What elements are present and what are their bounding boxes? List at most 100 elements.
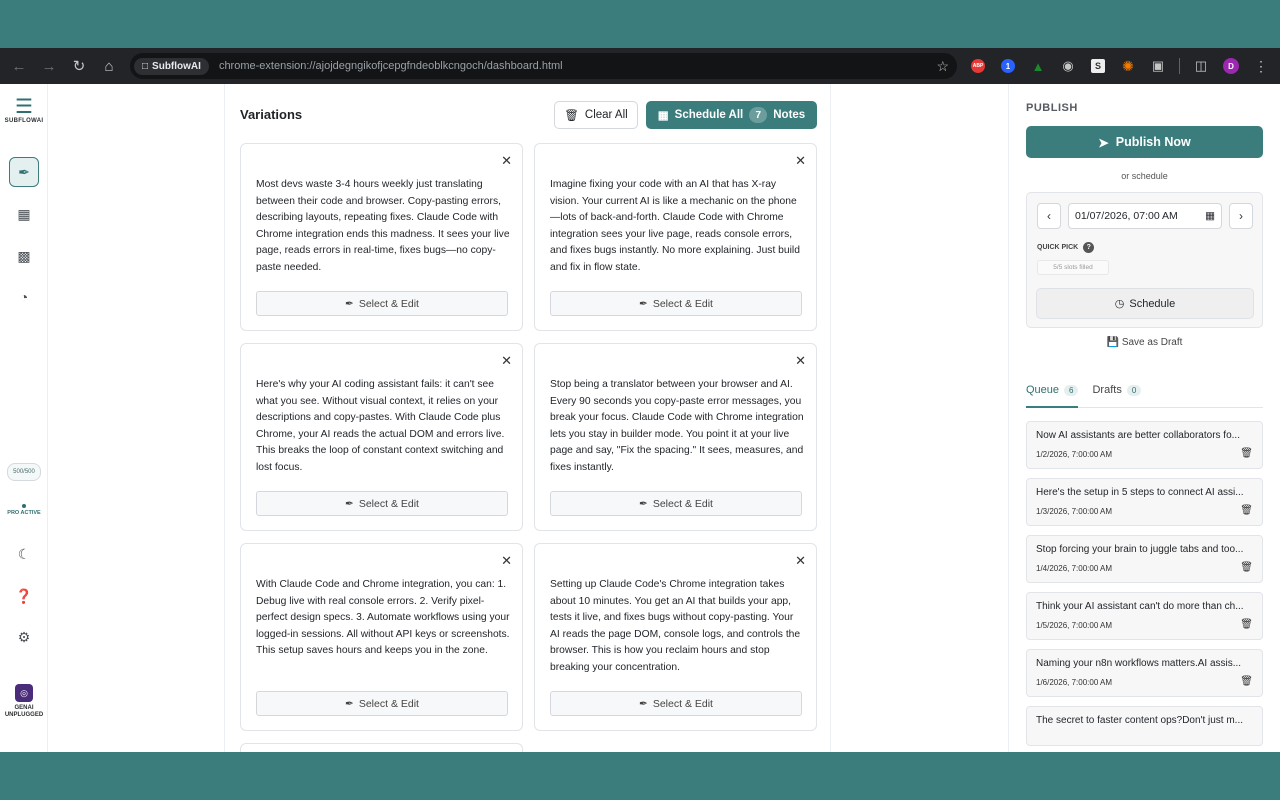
- close-icon[interactable]: ✕: [501, 353, 512, 369]
- home-icon[interactable]: ⌂: [96, 53, 122, 79]
- send-icon: ➤: [1098, 135, 1109, 150]
- profile-button[interactable]: D: [1218, 53, 1244, 79]
- select-edit-button[interactable]: ✒ Select & Edit: [256, 491, 508, 516]
- brand-logo-icon: ◎: [15, 684, 33, 702]
- queue-item[interactable]: Naming your n8n workflows matters.AI ass…: [1026, 649, 1263, 697]
- queue-item[interactable]: Now AI assistants are better collaborato…: [1026, 421, 1263, 469]
- close-icon[interactable]: ✕: [795, 353, 806, 369]
- trash-icon[interactable]: 🗑: [1240, 562, 1253, 573]
- queue-item[interactable]: Think your AI assistant can't do more th…: [1026, 592, 1263, 640]
- help-icon: ❓: [15, 587, 33, 604]
- app-logo[interactable]: ☰ SUBFLOWAI: [0, 96, 48, 124]
- queue-tabs: Queue 6 Drafts 0: [1026, 384, 1263, 408]
- publish-panel: PUBLISH ➤ Publish Now or schedule ‹ 01/07…: [1008, 84, 1280, 752]
- back-icon[interactable]: ←: [6, 53, 32, 79]
- rail-bot-button[interactable]: ▩: [9, 241, 39, 271]
- publish-now-button[interactable]: ➤ Publish Now: [1026, 126, 1263, 158]
- tab-search-button[interactable]: ◫: [1188, 53, 1214, 79]
- pen-icon: ✒: [345, 297, 354, 310]
- browser-menu-button[interactable]: ⋮: [1248, 53, 1274, 79]
- tab-queue[interactable]: Queue 6: [1026, 384, 1079, 408]
- save-draft-button[interactable]: 💾 Save as Draft: [1026, 337, 1263, 348]
- tab-search-icon: ◫: [1194, 58, 1208, 73]
- trash-icon[interactable]: 🗑: [1240, 448, 1253, 459]
- theme-toggle-button[interactable]: ☾: [9, 539, 39, 569]
- quick-pick: QUICK PICK?: [1037, 242, 1095, 253]
- trash-icon[interactable]: 🗑: [1240, 505, 1253, 516]
- tree-extension-button[interactable]: ▲: [1025, 53, 1051, 79]
- trash-icon[interactable]: 🗑: [1240, 676, 1253, 687]
- logo-text: SUBFLOWAI: [4, 118, 44, 124]
- site-chip-label: SubflowAI: [152, 60, 201, 72]
- adblock-icon: ABP: [971, 59, 985, 73]
- queue-item-title: The secret to faster content ops?Don't j…: [1036, 715, 1244, 726]
- help-icon[interactable]: ?: [1083, 242, 1095, 253]
- rail-analytics-button[interactable]: ◔: [9, 282, 39, 312]
- rail-compose-button[interactable]: ✒: [9, 157, 39, 187]
- bookmark-star-icon[interactable]: ☆: [936, 58, 949, 75]
- datetime-input[interactable]: 01/07/2026, 07:00 AM ▦: [1068, 203, 1222, 229]
- robot-icon: ▩: [17, 247, 31, 264]
- queue-item-title: Now AI assistants are better collaborato…: [1036, 430, 1240, 441]
- pro-status: PRO ACTIVE: [0, 504, 48, 516]
- close-icon[interactable]: ✕: [501, 553, 512, 569]
- site-chip[interactable]: □ SubflowAI: [134, 57, 209, 75]
- calendar-icon[interactable]: ▦: [1205, 210, 1215, 222]
- chevron-right-icon: ›: [1239, 209, 1243, 223]
- sun-icon: ✺: [1122, 57, 1134, 74]
- variation-text: With Claude Code and Chrome integration,…: [256, 579, 510, 657]
- variation-text: Setting up Claude Code's Chrome integrat…: [550, 579, 801, 673]
- sun-extension-button[interactable]: ✺: [1115, 53, 1141, 79]
- close-icon[interactable]: ✕: [795, 553, 806, 569]
- select-edit-button[interactable]: ✒ Select & Edit: [550, 291, 802, 316]
- select-edit-button[interactable]: ✒ Select & Edit: [550, 491, 802, 516]
- close-icon[interactable]: ✕: [795, 153, 806, 169]
- reload-icon[interactable]: ↻: [66, 53, 92, 79]
- select-edit-button[interactable]: ✒ Select & Edit: [256, 691, 508, 716]
- layers-icon: ☰: [15, 96, 33, 118]
- camera-extension-button[interactable]: ◉: [1055, 53, 1081, 79]
- queue-item-title: Think your AI assistant can't do more th…: [1036, 601, 1244, 612]
- select-edit-button[interactable]: ✒ Select & Edit: [256, 291, 508, 316]
- extensions-button[interactable]: ▣: [1145, 53, 1171, 79]
- s-extension-button[interactable]: S: [1085, 53, 1111, 79]
- quick-pick-label: QUICK PICK: [1037, 244, 1079, 251]
- address-bar[interactable]: □ SubflowAI chrome-extension://ajojdegngi…: [130, 53, 957, 79]
- tab-drafts-label: Drafts: [1092, 384, 1122, 396]
- tree-icon: ▲: [1031, 58, 1045, 74]
- pen-icon: ✒: [18, 163, 30, 180]
- close-icon[interactable]: ✕: [501, 153, 512, 169]
- kebab-menu-icon: ⋮: [1254, 57, 1268, 74]
- trash-icon[interactable]: 🗑: [1240, 619, 1253, 630]
- password-extension-button[interactable]: 1: [995, 53, 1021, 79]
- select-edit-button[interactable]: ✒ Select & Edit: [550, 691, 802, 716]
- url-text[interactable]: chrome-extension://ajojdegngikofjcepgfnd…: [219, 60, 937, 72]
- save-icon: 💾: [1106, 337, 1120, 348]
- queue-item[interactable]: The secret to faster content ops?Don't j…: [1026, 706, 1263, 746]
- schedule-all-button[interactable]: ▦ Schedule All 7 Notes: [646, 101, 817, 129]
- queue-item-date: 1/3/2026, 7:00:00 AM: [1036, 507, 1113, 516]
- pen-icon: ✒: [639, 697, 648, 710]
- adblock-extension-button[interactable]: ABP: [965, 53, 991, 79]
- datetime-value: 01/07/2026, 07:00 AM: [1075, 210, 1178, 222]
- queue-item-date: 1/4/2026, 7:00:00 AM: [1036, 564, 1113, 573]
- brand-link[interactable]: ◎ GENAI UNPLUGGED: [0, 684, 48, 719]
- queue-item[interactable]: Here's the setup in 5 steps to connect A…: [1026, 478, 1263, 526]
- clock-icon: ◷: [1114, 298, 1125, 310]
- prev-date-button[interactable]: ‹: [1037, 203, 1061, 229]
- rail-calendar-button[interactable]: ▦: [9, 199, 39, 229]
- next-date-button[interactable]: ›: [1229, 203, 1253, 229]
- save-draft-label: Save as Draft: [1121, 337, 1183, 348]
- help-button[interactable]: ❓: [9, 581, 39, 611]
- page-content: ☰ SUBFLOWAI ✒ ▦ ▩ ◔ 500/500 PRO ACTIVE ☾…: [0, 84, 1280, 752]
- settings-button[interactable]: ⚙: [9, 622, 39, 652]
- tab-drafts[interactable]: Drafts 0: [1092, 384, 1142, 408]
- queue-item[interactable]: Stop forcing your brain to juggle tabs a…: [1026, 535, 1263, 583]
- clear-all-button[interactable]: 🗑 Clear All: [554, 101, 638, 129]
- queue-item-title: Naming your n8n workflows matters.AI ass…: [1036, 658, 1242, 669]
- schedule-button[interactable]: ◷ Schedule: [1036, 288, 1254, 319]
- select-edit-label: Select & Edit: [652, 297, 713, 310]
- forward-icon[interactable]: →: [36, 53, 62, 79]
- browser-toolbar: ← → ↻ ⌂ □ SubflowAI chrome-extension://aj…: [0, 48, 1280, 84]
- puzzle-icon: ▣: [1151, 58, 1165, 73]
